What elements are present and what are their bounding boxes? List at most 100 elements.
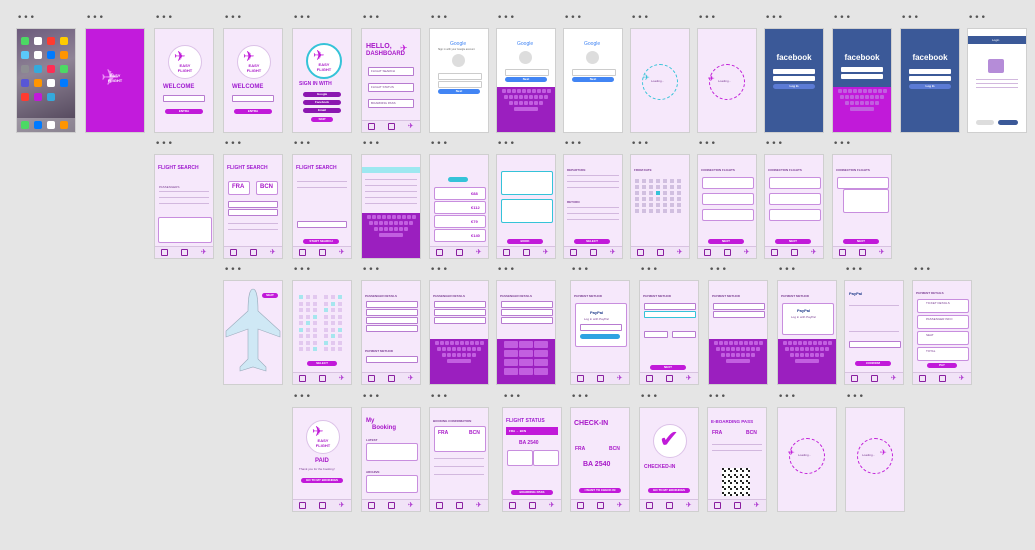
result-card[interactable]: €140 (434, 229, 486, 242)
option-card[interactable] (769, 177, 821, 189)
seat[interactable] (299, 308, 303, 312)
calendar-day[interactable] (677, 197, 681, 201)
calendar-day[interactable] (677, 179, 681, 183)
artboard-calendar[interactable]: ••• FROM DATE ✈ (631, 139, 689, 258)
email-field[interactable] (434, 317, 486, 324)
artboard-splash[interactable]: ••• ✈ EASY FLIGHT (86, 13, 144, 132)
phone-field[interactable] (501, 317, 553, 324)
dashboard-item-flight-search[interactable]: FLIGHT SEARCH (368, 67, 414, 76)
calendar-day[interactable] (677, 185, 681, 189)
seat[interactable] (299, 321, 303, 325)
cvc-field[interactable] (672, 331, 696, 338)
seat[interactable] (338, 327, 342, 332)
next-button[interactable]: NEXT (775, 239, 811, 244)
seat[interactable] (313, 295, 317, 299)
select-button[interactable]: SELECT (574, 239, 610, 244)
seat[interactable] (331, 327, 335, 332)
tab-bar[interactable]: ✈ (564, 246, 622, 258)
seat[interactable] (331, 340, 335, 345)
seat[interactable] (306, 308, 310, 312)
artboard-booking-confirmation[interactable]: ••• BOOKING CONFIRMATION FRA BCN ✈ (430, 392, 488, 511)
seat[interactable] (338, 321, 342, 325)
option-card[interactable] (702, 177, 754, 189)
tab-bar[interactable]: ✈ (698, 246, 756, 258)
google-sign-in-button[interactable]: Google (303, 92, 341, 97)
seat[interactable] (324, 295, 328, 299)
tab-bar[interactable]: ✈ (765, 246, 823, 258)
artboard-welcome[interactable]: ••• ✈ EASY FLIGHT WELCOME ENTRA (155, 13, 213, 132)
calendar-day[interactable] (670, 209, 674, 213)
artboard-connection-2[interactable]: ••• CONNECTION FLIGHTS NEXT ✈ (765, 139, 823, 258)
artboard-flight-search-3[interactable]: ••• FLIGHT SEARCH START SEARCH ✈ (293, 139, 351, 258)
artboard-my-booking[interactable]: ••• My Booking LATEST ARCHIVE ✈ (362, 392, 420, 511)
artboard-seat-map[interactable]: ••• SELECT ✈ (293, 265, 351, 384)
artboard-sign-in[interactable]: ••• ✈ EASY FLIGHT SIGN IN WITH Google Fa… (293, 13, 351, 132)
calendar-day[interactable] (642, 191, 646, 195)
keyboard[interactable] (709, 339, 767, 384)
cancel-button[interactable] (976, 120, 994, 125)
dashboard-item-flight-status[interactable]: FLIGHT STATUS (368, 83, 414, 92)
latest-booking-card[interactable] (366, 443, 418, 461)
tab-bar[interactable]: ✈ (845, 372, 903, 384)
seat[interactable] (306, 295, 310, 299)
calendar-day[interactable] (635, 209, 639, 213)
last-name-field[interactable] (434, 309, 486, 316)
pay-button[interactable]: PAY (927, 363, 957, 368)
calendar-day[interactable] (670, 179, 674, 183)
option-card[interactable] (702, 209, 754, 221)
calendar-day[interactable] (635, 185, 639, 189)
calendar-day[interactable] (642, 203, 646, 207)
seat[interactable] (306, 301, 310, 306)
password-field[interactable] (572, 69, 616, 76)
seat[interactable] (313, 327, 317, 332)
seat[interactable] (324, 340, 328, 345)
option-card[interactable] (769, 209, 821, 221)
first-name-field[interactable] (501, 301, 553, 308)
last-name-field[interactable] (366, 309, 418, 316)
paypal-email-field[interactable] (580, 324, 622, 331)
email-field[interactable] (366, 317, 418, 324)
calendar-day[interactable] (656, 203, 660, 207)
option-dropdown[interactable] (843, 189, 889, 213)
tab-bar[interactable]: ✈ (430, 499, 488, 511)
seat[interactable] (331, 308, 335, 312)
seat[interactable] (299, 347, 303, 351)
next-button[interactable]: NEXT (708, 239, 744, 244)
card-holder-field[interactable] (644, 303, 696, 310)
artboard-connection-1[interactable]: ••• CONNECTION FLIGHTS NEXT ✈ (698, 139, 756, 258)
calendar-day[interactable] (649, 203, 653, 207)
facebook-login-button[interactable]: Log In (773, 84, 815, 89)
calendar-day[interactable] (642, 209, 646, 213)
artboard-passenger-2[interactable]: ••• PASSENGER DETAILS (430, 265, 488, 384)
card-holder-field[interactable] (713, 303, 765, 310)
password-field[interactable] (909, 76, 951, 81)
email-field[interactable] (438, 73, 482, 80)
paypal-field[interactable] (849, 341, 901, 348)
seat[interactable] (331, 295, 335, 299)
artboard-flight-status[interactable]: ••• FLIGHT STATUS FRA → BCN BA 2540 BOAR… (503, 392, 561, 511)
option-card[interactable] (769, 193, 821, 205)
keyboard[interactable] (778, 339, 836, 384)
date-field[interactable] (228, 201, 278, 208)
password-field[interactable] (841, 74, 883, 79)
seat[interactable] (306, 347, 310, 351)
confirm-button[interactable]: CONFIRM (855, 361, 891, 366)
seat[interactable] (313, 340, 317, 345)
seat[interactable] (331, 321, 335, 325)
calendar-day[interactable] (656, 209, 660, 213)
result-card[interactable]: €112 (434, 201, 486, 214)
password-field[interactable] (773, 76, 815, 81)
paypal-login-button[interactable] (580, 334, 620, 339)
tab-bar[interactable]: ✈ (631, 246, 689, 258)
artboard-welcome-2[interactable]: ••• ✈ EASY FLIGHT WELCOME ENTRA (224, 13, 282, 132)
artboard-results-2[interactable]: ••• BOOK ✈ (497, 139, 555, 258)
seat[interactable] (313, 314, 317, 319)
enter-button[interactable]: ENTRA (165, 109, 203, 114)
calendar-grid[interactable] (635, 179, 685, 219)
seat[interactable] (324, 327, 328, 332)
tab-bar[interactable]: ✈ (571, 372, 629, 384)
seat[interactable] (338, 295, 342, 299)
calendar-day[interactable] (663, 185, 667, 189)
artboard-facebook-3[interactable]: ••• facebook Log In (901, 13, 959, 132)
seat[interactable] (324, 347, 328, 351)
